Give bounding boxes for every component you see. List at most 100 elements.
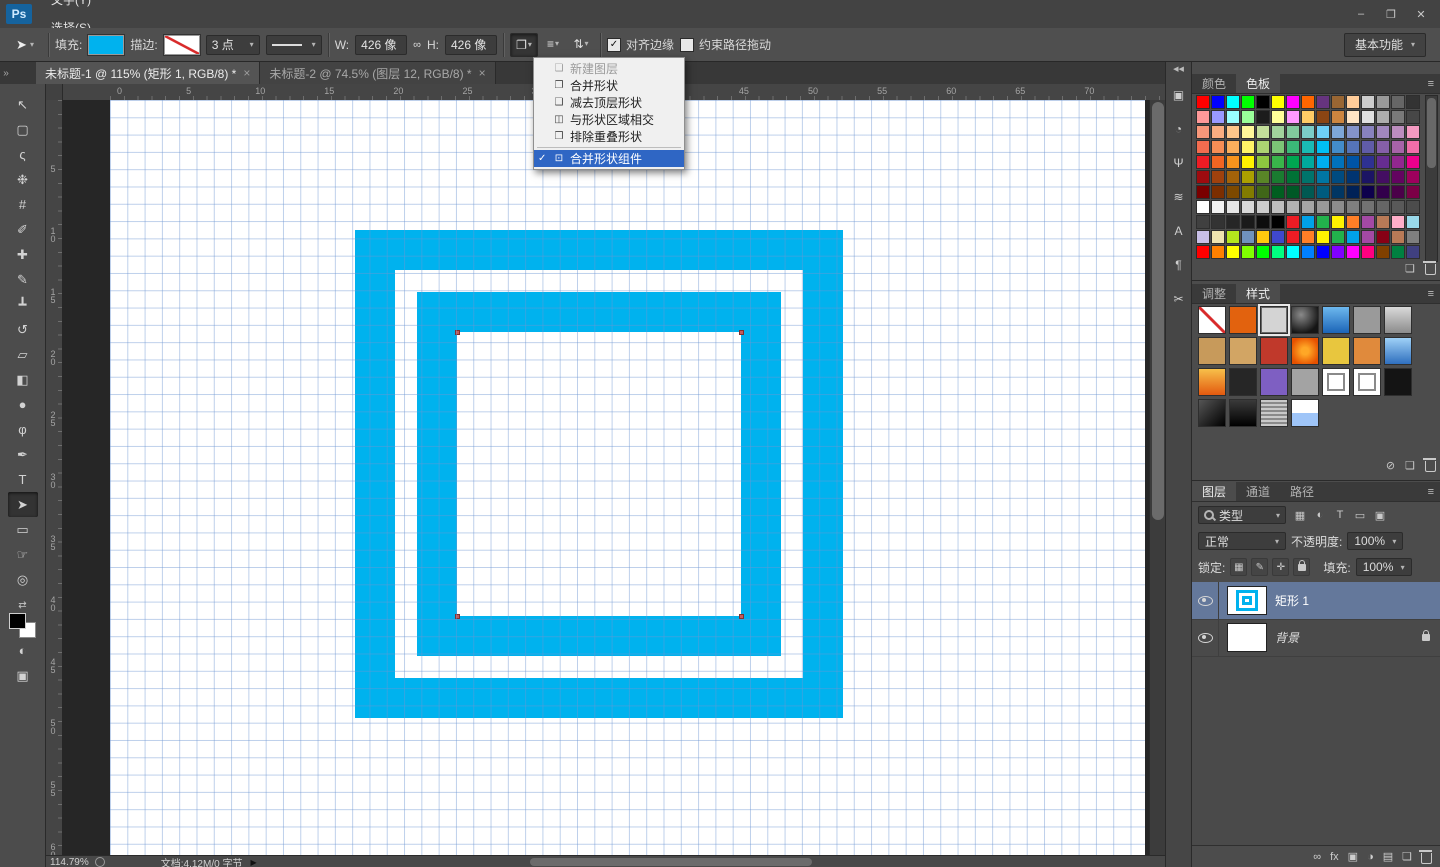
color-swatch[interactable] — [1196, 245, 1210, 259]
color-swatch[interactable] — [1241, 200, 1255, 214]
swatches-tab-色板[interactable]: 色板 — [1236, 74, 1280, 93]
style-thumbnail[interactable] — [1353, 306, 1381, 334]
color-swatch[interactable] — [1406, 200, 1420, 214]
color-swatch[interactable] — [1211, 230, 1225, 244]
brush-tool[interactable]: ✎ — [8, 267, 38, 292]
link-wh-icon[interactable]: ∞ — [413, 39, 421, 51]
path-alignment-button[interactable]: ≡▾ — [540, 33, 566, 55]
color-swatch[interactable] — [1406, 245, 1420, 259]
restore-button[interactable]: ❐ — [1376, 4, 1406, 24]
panel-icon-navigator[interactable]: ▣ — [1168, 84, 1190, 106]
color-swatch[interactable] — [1271, 155, 1285, 169]
color-swatch[interactable] — [1316, 245, 1330, 259]
color-swatch[interactable] — [1331, 200, 1345, 214]
stroke-color-swatch[interactable] — [164, 35, 200, 55]
color-swatch[interactable] — [1376, 200, 1390, 214]
color-swatch[interactable] — [1406, 110, 1420, 124]
color-swatch[interactable] — [1271, 245, 1285, 259]
color-swatch[interactable] — [1391, 200, 1405, 214]
color-swatch[interactable] — [1331, 110, 1345, 124]
zoom-level[interactable]: 114.79% — [50, 857, 89, 867]
color-swatch[interactable] — [1346, 200, 1360, 214]
menu-item-文字(Y)[interactable]: 文字(Y) — [42, 0, 103, 14]
menu-item-合并形状组件[interactable]: ✓⊡合并形状组件 — [534, 150, 684, 167]
style-thumbnail[interactable] — [1291, 368, 1319, 396]
path-selection-tool[interactable]: ➤ — [8, 492, 38, 517]
color-swatch[interactable] — [1376, 170, 1390, 184]
color-swatch[interactable] — [1301, 125, 1315, 139]
panel-icon-clipping[interactable]: ✂ — [1168, 288, 1190, 310]
tab-close-icon[interactable]: × — [243, 66, 250, 80]
color-swatch[interactable] — [1256, 155, 1270, 169]
vertical-scrollbar-thumb[interactable] — [1152, 102, 1164, 520]
color-swatch[interactable] — [1391, 215, 1405, 229]
color-swatch[interactable] — [1211, 200, 1225, 214]
layers-tab-图层[interactable]: 图层 — [1192, 482, 1236, 501]
panel-icon-character[interactable]: A — [1168, 220, 1190, 242]
color-swatch[interactable] — [1331, 95, 1345, 109]
color-swatch[interactable] — [1346, 215, 1360, 229]
path-operations-button[interactable]: ❐▾ — [510, 33, 538, 57]
style-thumbnail[interactable] — [1229, 368, 1257, 396]
color-swatch[interactable] — [1226, 95, 1240, 109]
color-swatch[interactable] — [1196, 140, 1210, 154]
color-swatch[interactable] — [1406, 125, 1420, 139]
color-swatch[interactable] — [1391, 230, 1405, 244]
color-swatch[interactable] — [1316, 230, 1330, 244]
delete-style-icon[interactable] — [1425, 458, 1436, 472]
quick-selection-tool[interactable]: ❉ — [8, 167, 38, 192]
new-style-icon[interactable]: ❏ — [1405, 459, 1415, 472]
tab-close-icon[interactable]: × — [479, 66, 486, 80]
color-swatch[interactable] — [1331, 155, 1345, 169]
color-swatch[interactable] — [1376, 185, 1390, 199]
swatches-tab-颜色[interactable]: 颜色 — [1192, 74, 1236, 93]
color-swatch[interactable] — [1271, 170, 1285, 184]
delete-swatch-icon[interactable] — [1425, 261, 1436, 275]
color-swatch[interactable] — [1256, 170, 1270, 184]
document-tab-2[interactable]: 未标题-2 @ 74.5% (图层 12, RGB/8) *× — [260, 62, 495, 84]
dodge-tool[interactable]: φ — [8, 417, 38, 442]
color-swatch[interactable] — [1301, 140, 1315, 154]
clone-stamp-tool[interactable]: ┻ — [8, 292, 38, 317]
color-swatch[interactable] — [1226, 245, 1240, 259]
pen-tool[interactable]: ✒ — [8, 442, 38, 467]
color-swatch[interactable] — [1301, 215, 1315, 229]
color-swatch[interactable] — [1301, 185, 1315, 199]
color-swatch[interactable] — [1391, 185, 1405, 199]
color-swatch[interactable] — [1331, 230, 1345, 244]
color-swatch[interactable] — [1346, 185, 1360, 199]
align-edges-checkbox[interactable]: ✓ — [607, 38, 621, 52]
panel-icon-paragraph[interactable]: ¶ — [1168, 254, 1190, 276]
crop-tool[interactable]: # — [8, 192, 38, 217]
color-swatch[interactable] — [1346, 140, 1360, 154]
layer-row-背景[interactable]: 背景 — [1192, 619, 1440, 657]
constrain-path-option[interactable]: 约束路径拖动 — [680, 36, 771, 53]
color-swatch[interactable] — [1271, 215, 1285, 229]
path-anchor-point[interactable] — [739, 614, 744, 619]
layers-tab-通道[interactable]: 通道 — [1236, 482, 1280, 501]
zoom-tool[interactable]: ◎ — [8, 567, 38, 592]
filter-type-layers-icon[interactable]: T — [1331, 506, 1349, 524]
menu-item-减去顶层形状[interactable]: ❑减去顶层形状 — [534, 94, 684, 111]
color-swatch[interactable] — [1376, 140, 1390, 154]
style-thumbnail[interactable] — [1229, 399, 1257, 427]
color-swatch[interactable] — [1346, 125, 1360, 139]
color-swatch[interactable] — [1376, 230, 1390, 244]
color-swatch[interactable] — [1226, 230, 1240, 244]
color-swatch[interactable] — [1196, 170, 1210, 184]
color-swatch[interactable] — [1211, 140, 1225, 154]
color-swatch[interactable] — [1226, 215, 1240, 229]
color-swatch[interactable] — [1211, 110, 1225, 124]
menu-item-排除重叠形状[interactable]: ❒排除重叠形状 — [534, 128, 684, 145]
align-edges-option[interactable]: ✓ 对齐边缘 — [607, 36, 674, 53]
color-swatch[interactable] — [1256, 215, 1270, 229]
stroke-width-field[interactable]: 3 点 ▾ — [206, 35, 260, 55]
color-swatch[interactable] — [1256, 95, 1270, 109]
color-swatch[interactable] — [1256, 110, 1270, 124]
filter-adjustment-layers-icon[interactable]: ◐ — [1311, 506, 1329, 524]
color-swatch[interactable] — [1331, 215, 1345, 229]
history-brush-tool[interactable]: ↺ — [8, 317, 38, 342]
color-swatch[interactable] — [1406, 230, 1420, 244]
color-swatch[interactable] — [1316, 140, 1330, 154]
eraser-tool[interactable]: ▱ — [8, 342, 38, 367]
